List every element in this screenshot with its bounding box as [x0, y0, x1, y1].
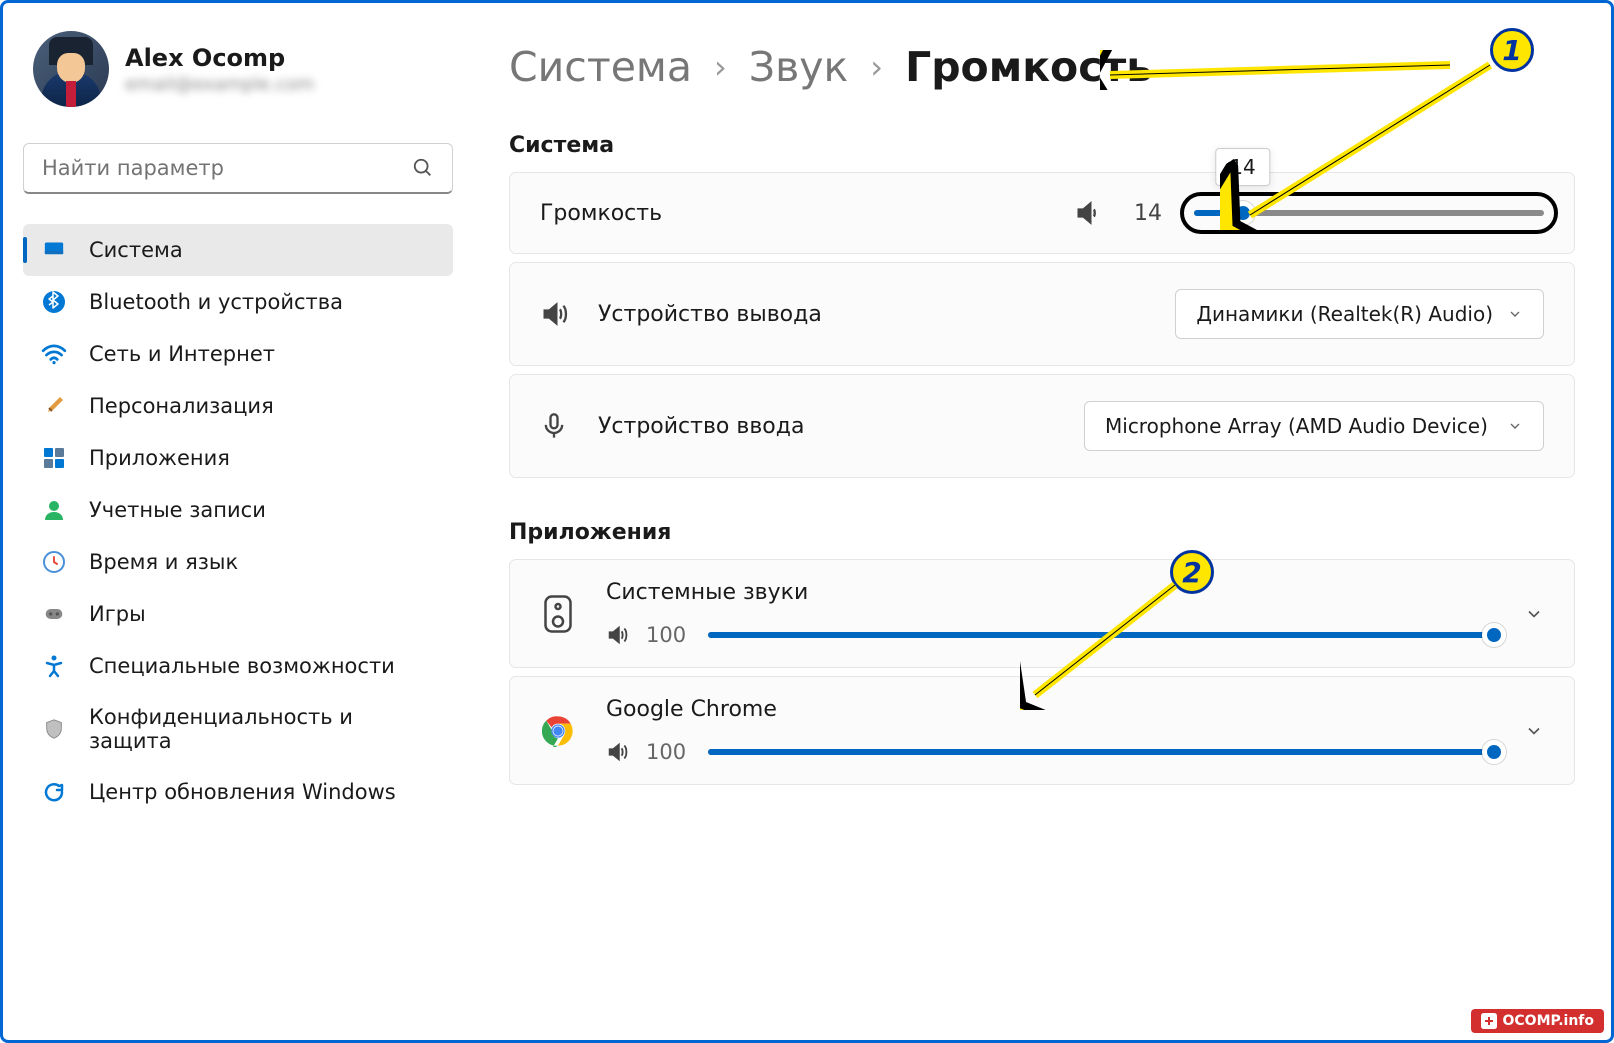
monitor-icon: [41, 237, 67, 263]
bluetooth-icon: [41, 289, 67, 315]
nav-label: Конфиденциальность и защита: [89, 705, 435, 753]
section-title-apps: Приложения: [509, 520, 1575, 545]
breadcrumb-current: Громкость: [905, 43, 1152, 91]
output-device-selected: Динамики (Realtek(R) Audio): [1196, 302, 1493, 326]
sidebar: Alex Ocomp email@example.com Система Blu…: [3, 3, 473, 1040]
app-name: Системные звуки: [606, 580, 1494, 605]
chevron-right-icon: ›: [714, 48, 727, 86]
search-box[interactable]: [23, 143, 453, 194]
speaker-icon[interactable]: [606, 624, 628, 646]
chevron-down-icon[interactable]: [1524, 721, 1544, 741]
input-device-dropdown[interactable]: Microphone Array (AMD Audio Device): [1084, 401, 1544, 451]
search-input[interactable]: [42, 156, 412, 180]
watermark: OCOMP.info: [1471, 1009, 1605, 1033]
breadcrumb-system[interactable]: Система: [509, 43, 692, 91]
chevron-down-icon: [1507, 306, 1523, 322]
nav-list: Система Bluetooth и устройства Сеть и Ин…: [23, 224, 453, 818]
nav-item-network[interactable]: Сеть и Интернет: [23, 328, 453, 380]
user-email: email@example.com: [125, 74, 314, 95]
main-content: Система › Звук › Громкость Система Громк…: [473, 3, 1611, 1040]
volume-slider-wrap: 14: [1194, 210, 1544, 216]
nav-label: Приложения: [89, 446, 230, 470]
nav-item-bluetooth[interactable]: Bluetooth и устройства: [23, 276, 453, 328]
brush-icon: [41, 393, 67, 419]
chevron-down-icon[interactable]: [1524, 604, 1544, 624]
nav-label: Центр обновления Windows: [89, 780, 396, 804]
nav-item-system[interactable]: Система: [23, 224, 453, 276]
chevron-down-icon: [1507, 418, 1523, 434]
app-name: Google Chrome: [606, 697, 1494, 722]
avatar: [33, 31, 109, 107]
app-volume-slider[interactable]: [708, 749, 1494, 755]
search-icon: [412, 157, 434, 179]
nav-item-accessibility[interactable]: Специальные возможности: [23, 640, 453, 692]
input-device-card: Устройство ввода Microphone Array (AMD A…: [509, 374, 1575, 478]
output-device-label: Устройство вывода: [598, 302, 822, 327]
nav-label: Персонализация: [89, 394, 274, 418]
nav-label: Игры: [89, 602, 146, 626]
app-card-system-sounds: Системные звуки 100: [509, 559, 1575, 668]
speaker-icon[interactable]: [1074, 199, 1102, 227]
nav-item-personalization[interactable]: Персонализация: [23, 380, 453, 432]
nav-item-apps[interactable]: Приложения: [23, 432, 453, 484]
app-volume-slider[interactable]: [708, 632, 1494, 638]
input-device-label: Устройство ввода: [598, 414, 804, 439]
shield-icon: [41, 716, 67, 742]
wifi-icon: [41, 341, 67, 367]
section-title-system: Система: [509, 133, 1575, 158]
nav-item-time[interactable]: Время и язык: [23, 536, 453, 588]
nav-item-update[interactable]: Центр обновления Windows: [23, 766, 453, 818]
output-device-dropdown[interactable]: Динамики (Realtek(R) Audio): [1175, 289, 1544, 339]
nav-item-gaming[interactable]: Игры: [23, 588, 453, 640]
gamepad-icon: [41, 601, 67, 627]
input-device-selected: Microphone Array (AMD Audio Device): [1105, 414, 1488, 438]
output-device-card: Устройство вывода Динамики (Realtek(R) A…: [509, 262, 1575, 366]
microphone-icon: [540, 412, 568, 440]
person-icon: [41, 497, 67, 523]
volume-value: 14: [1134, 201, 1162, 226]
nav-label: Сеть и Интернет: [89, 342, 275, 366]
nav-item-privacy[interactable]: Конфиденциальность и защита: [23, 692, 453, 766]
clock-icon: [41, 549, 67, 575]
volume-card: Громкость 14 14: [509, 172, 1575, 254]
slider-tooltip: 14: [1215, 148, 1270, 186]
nav-item-accounts[interactable]: Учетные записи: [23, 484, 453, 536]
speaker-loud-icon: [540, 300, 568, 328]
breadcrumb: Система › Звук › Громкость: [509, 43, 1575, 91]
speaker-icon[interactable]: [606, 741, 628, 763]
breadcrumb-sound[interactable]: Звук: [749, 43, 848, 91]
app-card-chrome: Google Chrome 100: [509, 676, 1575, 785]
nav-label: Специальные возможности: [89, 654, 395, 678]
volume-slider[interactable]: [1194, 210, 1544, 216]
user-account-block[interactable]: Alex Ocomp email@example.com: [23, 31, 453, 107]
update-icon: [41, 779, 67, 805]
user-name: Alex Ocomp: [125, 44, 314, 72]
nav-label: Учетные записи: [89, 498, 266, 522]
accessibility-icon: [41, 653, 67, 679]
nav-label: Bluetooth и устройства: [89, 290, 343, 314]
chevron-right-icon: ›: [870, 48, 883, 86]
nav-label: Время и язык: [89, 550, 238, 574]
apps-icon: [41, 445, 67, 471]
volume-label: Громкость: [540, 201, 662, 226]
app-volume-value: 100: [646, 740, 690, 764]
app-volume-value: 100: [646, 623, 690, 647]
speaker-device-icon: [540, 590, 576, 638]
nav-label: Система: [89, 238, 183, 262]
chrome-icon: [540, 707, 576, 755]
